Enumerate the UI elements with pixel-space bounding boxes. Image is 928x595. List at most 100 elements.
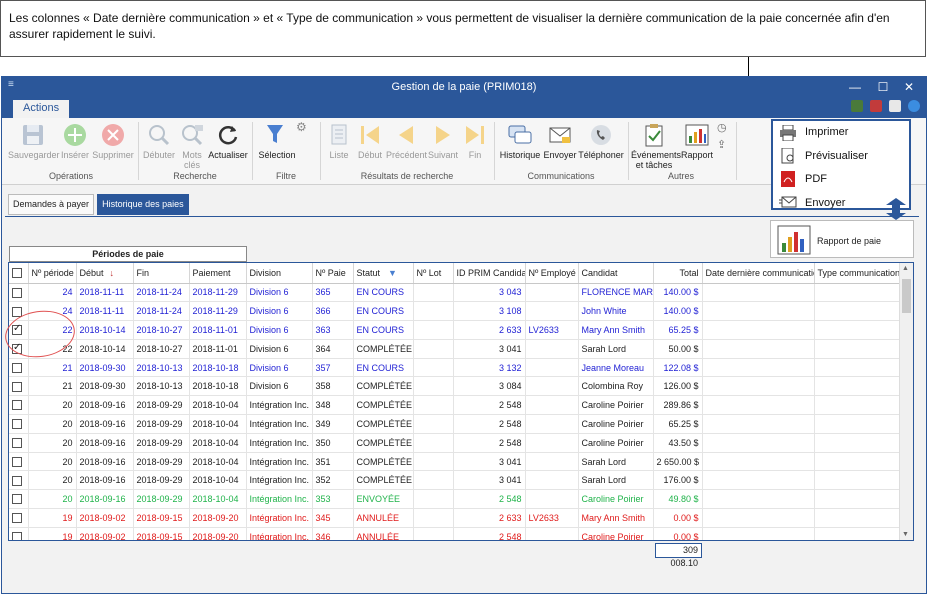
delete-button[interactable]: Supprimer <box>92 122 134 160</box>
list-button[interactable]: Liste <box>324 122 354 160</box>
row-checkbox[interactable] <box>12 287 22 298</box>
start-search-button[interactable]: Débuter <box>141 122 177 160</box>
column-header[interactable]: Statut ▼ <box>353 263 414 284</box>
pdf-menu-item[interactable]: PDF <box>805 173 827 185</box>
save-button[interactable]: Sauvegarder <box>8 122 60 160</box>
table-row[interactable]: 222018-10-142018-10-272018-11-01Division… <box>9 339 900 359</box>
column-header[interactable]: Type communication <box>814 263 900 284</box>
column-header[interactable]: Nº Employé <box>525 263 579 284</box>
last-button[interactable]: Fin <box>460 122 490 160</box>
column-header[interactable]: Fin <box>133 263 190 284</box>
column-header[interactable]: Paiement <box>189 263 247 284</box>
table-cell: 49.80 $ <box>653 489 703 510</box>
table-cell <box>413 470 454 491</box>
phone-button[interactable]: Téléphoner <box>578 122 624 160</box>
row-checkbox[interactable] <box>12 419 22 430</box>
row-select-cell[interactable] <box>9 358 29 378</box>
column-header[interactable]: Nº période <box>28 263 77 284</box>
table-row[interactable]: 21 2018-09-30 2018-10-13 2018-10-18 Division… <box>9 376 900 397</box>
row-select-cell[interactable] <box>9 508 29 528</box>
table-cell <box>814 508 900 528</box>
close-button[interactable]: ✕ <box>896 78 922 96</box>
scroll-down-icon[interactable]: ▼ <box>902 531 909 538</box>
column-header[interactable]: Division <box>246 263 313 284</box>
table-cell: LV2633 <box>525 508 579 528</box>
row-checkbox[interactable] <box>12 475 22 486</box>
export-icon[interactable]: ⇪ <box>717 138 726 151</box>
vertical-scrollbar[interactable]: ▲ ▼ <box>899 263 913 540</box>
row-select-cell[interactable] <box>9 452 29 472</box>
selection-filter-button[interactable]: Sélection <box>255 122 299 160</box>
row-select-cell[interactable] <box>9 395 29 416</box>
row-select-cell[interactable] <box>9 470 29 491</box>
table-row[interactable]: 20 2018-09-16 2018-09-29 2018-10-04 Intégrat… <box>9 489 900 510</box>
table-cell: 140.00 $ <box>653 283 703 303</box>
tab-pending-payments[interactable]: Demandes à payer <box>8 194 95 215</box>
scroll-up-icon[interactable]: ▲ <box>902 265 909 272</box>
row-select-cell[interactable] <box>9 527 29 540</box>
table-row[interactable]: 24 2018-11-11 2018-11-24 2018-11-29 Division… <box>9 283 900 303</box>
column-header[interactable]: Date dernière communication <box>702 263 815 284</box>
keywords-button[interactable]: Mots clés <box>178 122 206 170</box>
sort-descending-icon[interactable]: ↓ <box>110 268 115 278</box>
table-row[interactable]: 20 2018-09-16 2018-09-29 2018-10-04 Intégrat… <box>9 433 900 453</box>
history-button[interactable]: Historique <box>498 122 542 160</box>
table-cell <box>814 358 900 378</box>
next-button[interactable]: Suivant <box>427 122 459 160</box>
minimize-button[interactable]: — <box>842 78 868 96</box>
row-checkbox[interactable] <box>12 513 22 524</box>
select-all-checkbox[interactable] <box>9 263 29 284</box>
table-row[interactable]: 222018-10-142018-10-272018-11-01Division… <box>9 320 900 340</box>
refresh-button[interactable]: Actualiser <box>207 122 249 160</box>
tab-actions[interactable]: Actions <box>13 100 70 118</box>
help-icon[interactable] <box>908 100 920 113</box>
maximize-button[interactable]: ☐ <box>870 78 896 96</box>
row-select-cell[interactable] <box>9 283 29 303</box>
table-row[interactable]: 20 2018-09-16 2018-09-29 2018-10-04 Intégrat… <box>9 452 900 472</box>
table-row[interactable]: 20 2018-09-16 2018-09-29 2018-10-04 Intégrat… <box>9 414 900 434</box>
events-tasks-button[interactable]: Événements et tâches <box>631 122 681 170</box>
gear-icon[interactable]: ⚙ <box>296 120 307 134</box>
row-select-cell[interactable] <box>9 489 29 510</box>
column-header[interactable]: Nº Lot <box>413 263 454 284</box>
table-row[interactable]: 19 2018-09-02 2018-09-15 2018-09-20 Intégrat… <box>9 527 900 540</box>
calculator-icon[interactable] <box>850 100 863 113</box>
table-row[interactable]: 19 2018-09-02 2018-09-15 2018-09-20 Intégrat… <box>9 508 900 528</box>
previous-button[interactable]: Précédent <box>386 122 427 160</box>
row-checkbox[interactable] <box>12 362 22 373</box>
row-checkbox[interactable] <box>12 456 22 467</box>
row-checkbox[interactable] <box>12 400 22 411</box>
table-row[interactable]: 21 2018-09-30 2018-10-13 2018-10-18 Division… <box>9 358 900 378</box>
column-header[interactable]: Total <box>653 263 703 284</box>
table-row[interactable]: 20 2018-09-16 2018-09-29 2018-10-04 Intégrat… <box>9 470 900 491</box>
column-header[interactable]: Début ↓ <box>76 263 134 284</box>
flag-icon[interactable] <box>869 100 882 113</box>
print-menu-item[interactable]: Imprimer <box>805 126 848 138</box>
column-header[interactable]: Candidat <box>578 263 654 284</box>
payroll-report-button[interactable]: Rapport de paie <box>770 220 914 258</box>
row-checkbox[interactable] <box>12 381 22 392</box>
table-cell: Mary Ann Smith <box>578 508 654 528</box>
checkbox[interactable] <box>12 268 22 279</box>
send-menu-item[interactable]: Envoyer <box>805 197 845 209</box>
column-header[interactable]: Nº Paie <box>312 263 354 284</box>
row-checkbox[interactable] <box>12 438 22 449</box>
first-button[interactable]: Début <box>355 122 385 160</box>
column-header[interactable]: ID PRIM Candidat <box>453 263 526 284</box>
send-button[interactable]: Envoyer <box>543 122 577 160</box>
table-row[interactable]: 24 2018-11-11 2018-11-24 2018-11-29 Division… <box>9 301 900 322</box>
column-filter-icon[interactable]: ▼ <box>388 268 397 278</box>
row-select-cell[interactable] <box>9 414 29 434</box>
table-row[interactable]: 20 2018-09-16 2018-09-29 2018-10-04 Intégrat… <box>9 395 900 416</box>
row-select-cell[interactable] <box>9 433 29 453</box>
report-button[interactable]: Rapport <box>678 122 716 160</box>
print-icon[interactable] <box>888 100 901 113</box>
tab-payroll-history[interactable]: Historique des paies <box>97 194 189 215</box>
row-checkbox[interactable] <box>12 532 22 540</box>
clock-icon[interactable]: ◷ <box>717 121 727 134</box>
row-select-cell[interactable] <box>9 376 29 397</box>
preview-menu-item[interactable]: Prévisualiser <box>805 150 868 162</box>
insert-button[interactable]: Insérer <box>59 122 91 160</box>
row-checkbox[interactable] <box>12 494 22 505</box>
scrollbar-thumb[interactable] <box>902 279 911 313</box>
